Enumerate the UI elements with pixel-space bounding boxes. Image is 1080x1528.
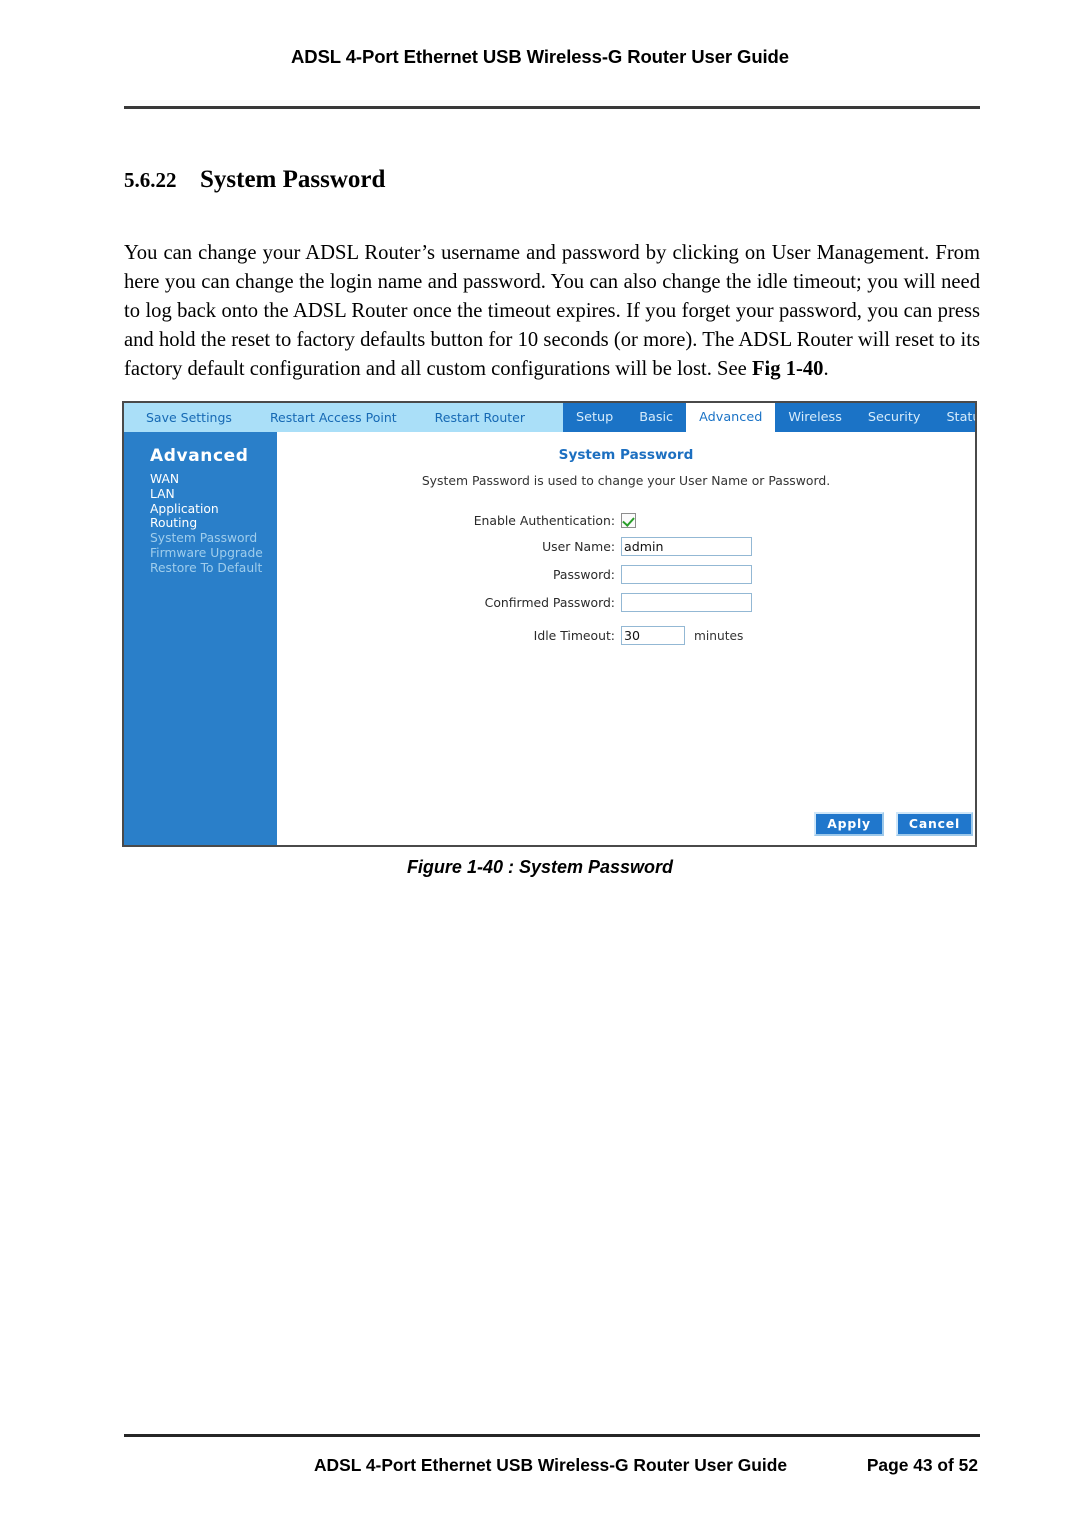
row-user-name: User Name: (277, 537, 975, 556)
nav-action-restart-access-point[interactable]: Restart Access Point (270, 403, 397, 432)
row-password: Password: (277, 565, 975, 584)
nav-action-save-settings[interactable]: Save Settings (146, 403, 232, 432)
tab-status[interactable]: Status (933, 403, 975, 432)
ui-top-navigation: Save Settings Restart Access Point Resta… (124, 403, 975, 432)
user-name-input[interactable] (621, 537, 752, 556)
idle-timeout-unit-label: minutes (694, 628, 744, 643)
label-user-name: User Name: (542, 539, 615, 554)
checkbox-enable-authentication[interactable] (621, 513, 636, 528)
paragraph-text-lead: You can change your ADSL Router’s userna… (124, 241, 980, 381)
figure-reference: Fig 1-40 (751, 358, 824, 381)
system-password-form: Enable Authentication: User Name: Passwo… (277, 513, 975, 645)
sidebar-title: Advanced (150, 446, 249, 466)
nav-action-restart-router[interactable]: Restart Router (435, 403, 525, 432)
sidebar-item-application[interactable]: Application (150, 502, 277, 517)
nav-action-group: Save Settings Restart Access Point Resta… (124, 403, 563, 432)
router-ui-figure: Save Settings Restart Access Point Resta… (122, 401, 977, 847)
idle-timeout-input[interactable] (621, 626, 685, 645)
sidebar-item-routing[interactable]: Routing (150, 517, 277, 531)
label-enable-authentication: Enable Authentication: (473, 513, 615, 528)
section-number: 5.6.22 (124, 168, 177, 192)
row-idle-timeout: Idle Timeout: minutes (277, 626, 975, 645)
page-header-title: ADSL 4-Port Ethernet USB Wireless-G Rout… (291, 46, 789, 67)
tab-advanced[interactable]: Advanced (686, 403, 776, 432)
label-idle-timeout: Idle Timeout: (533, 628, 615, 643)
cancel-button[interactable]: Cancel (895, 812, 973, 836)
confirmed-password-input[interactable] (621, 593, 752, 612)
tab-setup[interactable]: Setup (563, 403, 626, 432)
nav-tab-group: Setup Basic Advanced Wireless Security S… (562, 403, 975, 432)
sidebar-item-restore-to-default[interactable]: Restore To Default (150, 561, 277, 576)
sidebar-item-firmware-upgrade[interactable]: Firmware Upgrade (150, 546, 277, 561)
paragraph-text-tail: . (823, 358, 829, 381)
figure-caption: Figure 1-40 : System Password (406, 857, 674, 877)
tab-wireless[interactable]: Wireless (775, 403, 855, 432)
tab-basic[interactable]: Basic (626, 403, 686, 432)
sidebar-item-wan[interactable]: WAN (150, 472, 277, 487)
section-title: System Password (200, 166, 386, 193)
section-heading: 5.6.22 System Password (124, 166, 984, 194)
label-password: Password: (552, 567, 615, 582)
content-title: System Password (558, 447, 694, 463)
sidebar-item-system-password[interactable]: System Password (150, 531, 277, 546)
footer-divider (124, 1434, 980, 1437)
content-description: System Password is used to change your U… (421, 473, 831, 488)
ui-sidebar: Advanced WAN LAN Application Routing Sys… (124, 432, 277, 845)
label-confirmed-password: Confirmed Password: (484, 595, 615, 610)
row-enable-authentication: Enable Authentication: (277, 513, 975, 528)
ui-content-pane: System Password System Password is used … (277, 432, 975, 845)
row-confirmed-password: Confirmed Password: (277, 593, 975, 612)
sidebar-item-lan[interactable]: LAN (150, 487, 277, 502)
apply-button[interactable]: Apply (814, 812, 884, 836)
section-paragraph: You can change your ADSL Router’s userna… (124, 239, 980, 385)
form-button-bar: Apply Cancel (802, 812, 973, 836)
header-divider (124, 106, 980, 109)
tab-security[interactable]: Security (855, 403, 934, 432)
footer-page-number: Page 43 of 52 (866, 1455, 978, 1475)
password-input[interactable] (621, 565, 752, 584)
page-footer: ADSL 4-Port Ethernet USB Wireless-G Rout… (124, 1455, 980, 1476)
footer-title: ADSL 4-Port Ethernet USB Wireless-G Rout… (314, 1455, 788, 1475)
